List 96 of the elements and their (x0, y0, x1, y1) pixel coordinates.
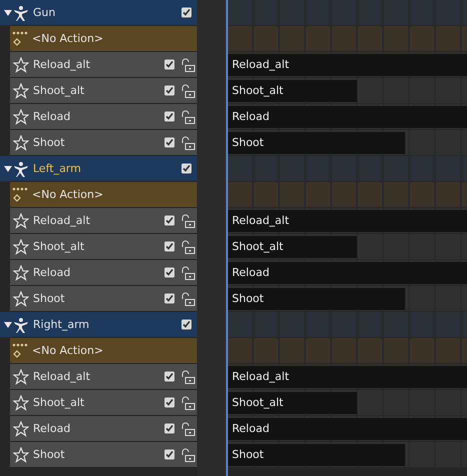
track-row[interactable]: Shoot_alt (10, 234, 197, 259)
action-strip[interactable]: Reload (228, 262, 467, 284)
star-icon[interactable] (13, 290, 29, 306)
action-row[interactable]: <No Action> (10, 338, 197, 363)
unlocked-padlock-icon[interactable] (181, 214, 195, 228)
track-row[interactable]: Reload (10, 104, 197, 129)
star-icon[interactable] (13, 56, 29, 72)
checked-checkbox[interactable] (181, 7, 192, 18)
track-name[interactable]: Reload (29, 422, 164, 435)
armature-figure-icon (13, 4, 29, 20)
track-name[interactable]: Reload_alt (29, 58, 164, 71)
star-icon[interactable] (13, 108, 29, 124)
star-icon[interactable] (13, 394, 29, 410)
unlocked-padlock-icon[interactable] (181, 240, 195, 254)
checked-checkbox[interactable] (164, 137, 175, 148)
unlocked-padlock-icon[interactable] (181, 136, 195, 150)
object-name[interactable]: Right_arm (29, 318, 181, 331)
track-row[interactable]: Shoot (10, 130, 197, 155)
checked-checkbox[interactable] (164, 293, 175, 304)
checked-checkbox[interactable] (164, 111, 175, 122)
action-strip[interactable]: Shoot_alt (228, 392, 358, 414)
star-icon[interactable] (13, 238, 29, 254)
object-name[interactable]: Left_arm (29, 162, 181, 175)
checked-checkbox[interactable] (164, 85, 175, 96)
action-strip[interactable]: Reload (228, 106, 467, 128)
action-name[interactable]: <No Action> (28, 188, 197, 201)
checked-checkbox[interactable] (164, 59, 175, 70)
star-icon[interactable] (13, 420, 29, 436)
track-name[interactable]: Shoot_alt (29, 84, 164, 97)
track-row[interactable]: Reload_alt (10, 208, 197, 233)
checked-checkbox[interactable] (164, 397, 175, 408)
star-icon[interactable] (13, 212, 29, 228)
unlocked-padlock-icon[interactable] (181, 370, 195, 384)
action-strip[interactable]: Shoot_alt (228, 80, 358, 102)
action-strip[interactable]: Shoot (228, 444, 405, 466)
unlocked-padlock-icon[interactable] (181, 422, 195, 436)
track-row[interactable]: Reload_alt (10, 52, 197, 77)
track-name[interactable]: Shoot (29, 292, 164, 305)
action-icon (12, 186, 28, 202)
object-row[interactable]: Gun (0, 0, 197, 25)
track-row[interactable]: Shoot (10, 286, 197, 311)
action-strip[interactable]: Shoot (228, 288, 405, 310)
expand-triangle-icon[interactable] (3, 320, 13, 330)
action-strip[interactable]: Reload (228, 418, 467, 440)
track-row[interactable]: Shoot_alt (10, 78, 197, 103)
track-row[interactable]: Reload (10, 260, 197, 285)
armature-figure-icon (13, 160, 29, 176)
track-row[interactable]: Shoot (10, 442, 197, 467)
action-row[interactable]: <No Action> (10, 182, 197, 207)
star-icon[interactable] (13, 264, 29, 280)
action-name[interactable]: <No Action> (28, 32, 197, 45)
action-strip[interactable]: Shoot (228, 132, 405, 154)
star-icon[interactable] (13, 134, 29, 150)
star-icon[interactable] (13, 446, 29, 462)
unlocked-padlock-icon[interactable] (181, 110, 195, 124)
track-name[interactable]: Reload_alt (29, 214, 164, 227)
checked-checkbox[interactable] (164, 267, 175, 278)
track-row[interactable]: Reload_alt (10, 364, 197, 389)
star-icon[interactable] (13, 82, 29, 98)
checked-checkbox[interactable] (164, 241, 175, 252)
track-row[interactable]: Shoot_alt (10, 390, 197, 415)
expand-triangle-icon[interactable] (3, 164, 13, 174)
track-name[interactable]: Reload (29, 110, 164, 123)
track-name[interactable]: Shoot (29, 448, 164, 461)
unlocked-padlock-icon[interactable] (181, 292, 195, 306)
action-icon (12, 342, 28, 358)
action-strip[interactable]: Reload_alt (228, 54, 467, 76)
object-row[interactable]: Right_arm (0, 312, 197, 337)
track-name[interactable]: Shoot_alt (29, 240, 164, 253)
object-row[interactable]: Left_arm (0, 156, 197, 181)
checked-checkbox[interactable] (181, 163, 192, 174)
checked-checkbox[interactable] (164, 371, 175, 382)
action-strip[interactable]: Reload_alt (228, 210, 467, 232)
object-name[interactable]: Gun (29, 6, 181, 19)
unlocked-padlock-icon[interactable] (181, 396, 195, 410)
action-strip[interactable]: Reload_alt (228, 366, 467, 388)
action-icon (12, 30, 28, 46)
unlocked-padlock-icon[interactable] (181, 266, 195, 280)
track-name[interactable]: Shoot (29, 136, 164, 149)
action-row[interactable]: <No Action> (10, 26, 197, 51)
track-name[interactable]: Reload_alt (29, 370, 164, 383)
checked-checkbox[interactable] (164, 449, 175, 460)
expand-triangle-icon[interactable] (3, 8, 13, 18)
track-row[interactable]: Reload (10, 416, 197, 441)
unlocked-padlock-icon[interactable] (181, 448, 195, 462)
armature-figure-icon (13, 316, 29, 332)
checked-checkbox[interactable] (181, 319, 192, 330)
checked-checkbox[interactable] (164, 215, 175, 226)
track-name[interactable]: Reload (29, 266, 164, 279)
unlocked-padlock-icon[interactable] (181, 58, 195, 72)
action-name[interactable]: <No Action> (28, 344, 197, 357)
star-icon[interactable] (13, 368, 29, 384)
unlocked-padlock-icon[interactable] (181, 84, 195, 98)
checked-checkbox[interactable] (164, 423, 175, 434)
track-name[interactable]: Shoot_alt (29, 396, 164, 409)
action-strip[interactable]: Shoot_alt (228, 236, 358, 258)
